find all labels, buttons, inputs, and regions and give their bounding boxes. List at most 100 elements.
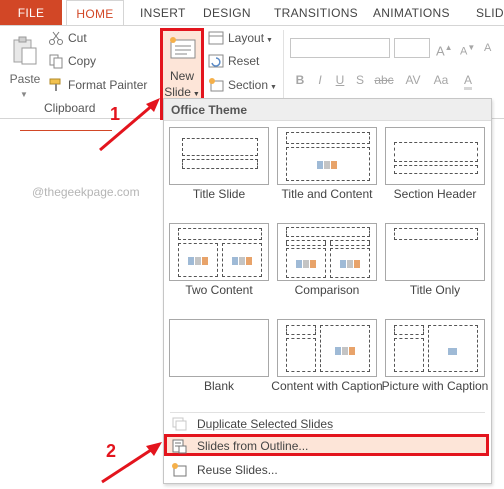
font-color-button[interactable]: A xyxy=(458,70,478,90)
layout-two-content[interactable]: Two Content xyxy=(169,223,269,315)
scissors-icon xyxy=(49,31,63,45)
font-color-icon: A xyxy=(463,73,472,90)
font-size-box[interactable] xyxy=(394,38,430,58)
underline-button[interactable]: U xyxy=(332,70,348,90)
cut-label: Cut xyxy=(68,31,87,45)
layout-title-and-content[interactable]: Title and Content xyxy=(277,127,377,219)
layout-blank[interactable]: Blank xyxy=(169,319,269,411)
chevron-down-icon: ▼ xyxy=(20,90,28,99)
italic-button[interactable]: I xyxy=(312,70,328,90)
layout-thumbnail xyxy=(169,223,269,281)
layout-thumbnail xyxy=(169,319,269,377)
new-slide-label-line2-text: Slide xyxy=(164,85,191,99)
layout-label: Section Header xyxy=(393,187,477,201)
reset-icon xyxy=(208,54,224,68)
change-case-button[interactable]: Aa xyxy=(430,70,452,90)
layout-thumbnail xyxy=(277,127,377,185)
grow-font-button[interactable]: A▲ xyxy=(436,38,453,58)
strikethrough-button[interactable]: abc xyxy=(372,70,396,90)
new-slide-dropdown: Office Theme Title Slide Title and Conte… xyxy=(163,98,492,484)
layout-label: Two Content xyxy=(185,283,253,297)
copy-icon xyxy=(49,54,63,69)
tab-slide-show[interactable]: SLIDE xyxy=(476,0,504,26)
chevron-down-icon: ▼ xyxy=(190,91,200,98)
slides-from-outline-item[interactable]: Slides from Outline... xyxy=(164,434,489,456)
tab-insert[interactable]: INSERT xyxy=(140,0,186,26)
copy-label: Copy xyxy=(68,54,97,68)
content-placeholder-icon xyxy=(231,254,253,265)
content-placeholder-icon xyxy=(187,254,209,265)
tab-design[interactable]: DESIGN xyxy=(203,0,251,26)
paste-label: Paste xyxy=(9,72,41,86)
layout-label: Picture with Caption xyxy=(381,379,489,393)
layout-label: Content with Caption xyxy=(271,379,383,393)
cut-button[interactable]: Cut xyxy=(48,28,87,48)
clear-format-button[interactable]: A xyxy=(484,38,491,58)
duplicate-slides-icon xyxy=(172,417,187,431)
content-placeholder-icon xyxy=(316,158,338,169)
new-slide-icon xyxy=(170,37,196,59)
outline-slides-icon xyxy=(172,439,187,454)
tab-transitions[interactable]: TRANSITIONS xyxy=(274,0,358,26)
reuse-slides-label: Reuse Slides... xyxy=(197,463,278,477)
layout-icon xyxy=(208,31,224,45)
layout-section-header[interactable]: Section Header xyxy=(385,127,485,219)
annotation-arrow-2 xyxy=(101,442,162,484)
format-painter-button[interactable]: Format Painter xyxy=(48,75,147,95)
chevron-down-icon: ▼ xyxy=(268,84,277,91)
font-name-box[interactable] xyxy=(290,38,390,58)
tab-home[interactable]: HOME xyxy=(66,0,124,26)
new-slide-label-line2: Slide ▼ xyxy=(163,85,201,99)
tab-animations[interactable]: ANIMATIONS xyxy=(373,0,450,26)
duplicate-selected-slides-item[interactable]: Duplicate Selected Slides xyxy=(164,413,491,435)
shrink-font-button[interactable]: A▼ xyxy=(460,38,475,58)
content-placeholder-icon xyxy=(334,344,356,355)
annotation-arrow-1 xyxy=(99,98,160,152)
clipboard-icon xyxy=(13,36,37,65)
content-placeholder-icon xyxy=(295,257,317,268)
reuse-slides-item[interactable]: Reuse Slides... xyxy=(164,459,491,481)
picture-placeholder-icon xyxy=(448,344,458,355)
bold-button[interactable]: B xyxy=(292,70,308,90)
layout-label: Blank xyxy=(203,379,235,393)
layout-thumbnail xyxy=(385,127,485,185)
copy-button[interactable]: Copy xyxy=(48,51,96,71)
layout-label: Title Slide xyxy=(192,187,246,201)
layout-comparison[interactable]: Comparison xyxy=(277,223,377,315)
duplicate-selected-slides-label: Duplicate Selected Slides xyxy=(197,417,334,431)
format-painter-label: Format Painter xyxy=(68,78,148,92)
layout-content-with-caption[interactable]: Content with Caption xyxy=(271,319,383,411)
layout-thumbnail xyxy=(277,319,377,377)
layout-title-slide[interactable]: Title Slide xyxy=(169,127,269,219)
reset-button[interactable]: Reset xyxy=(208,51,259,71)
layout-label: Title Only xyxy=(409,283,461,297)
layout-label: Layout xyxy=(228,31,265,45)
layout-thumbnail xyxy=(385,223,485,281)
new-slide-label-line1: New xyxy=(169,69,194,83)
reuse-slides-icon xyxy=(172,463,187,477)
layout-title-only[interactable]: Title Only xyxy=(385,223,485,315)
paste-button[interactable]: Paste ▼ xyxy=(6,32,44,110)
clipboard-group-label: Clipboard xyxy=(44,101,96,115)
section-icon xyxy=(209,77,224,92)
office-theme-header: Office Theme xyxy=(164,99,491,121)
paintbrush-icon xyxy=(49,78,61,91)
reset-label: Reset xyxy=(228,54,260,68)
ribbon-tabs: FILE HOME INSERT DESIGN TRANSITIONS ANIM… xyxy=(0,0,504,26)
slides-from-outline-label: Slides from Outline... xyxy=(197,439,309,453)
layout-thumbnail xyxy=(385,319,485,377)
chevron-down-icon: ▼ xyxy=(264,37,273,44)
text-shadow-button[interactable]: S xyxy=(352,70,368,90)
layout-label: Comparison xyxy=(294,283,360,297)
layout-thumbnail xyxy=(277,223,377,281)
layout-picture-with-caption[interactable]: Picture with Caption xyxy=(382,319,488,411)
watermark: @thegeekpage.com xyxy=(32,185,140,199)
section-label: Section xyxy=(228,78,269,92)
content-placeholder-icon xyxy=(339,257,361,268)
character-spacing-button[interactable]: AV xyxy=(402,70,424,90)
layout-button[interactable]: Layout ▼ xyxy=(208,28,273,48)
tab-file[interactable]: FILE xyxy=(0,0,62,26)
layout-thumbnail xyxy=(169,127,269,185)
layout-label: Title and Content xyxy=(281,187,373,201)
section-button[interactable]: Section ▼ xyxy=(208,75,277,95)
